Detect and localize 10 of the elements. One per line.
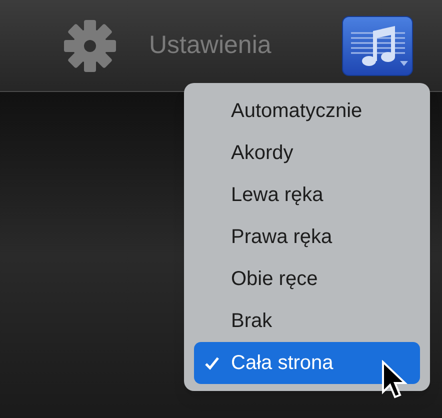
settings-icon[interactable] [62,18,118,74]
checkmark-icon [204,355,220,371]
menu-item[interactable]: Lewa ręka [194,174,420,216]
menu-item[interactable]: Automatycznie [194,90,420,132]
menu-item[interactable]: Akordy [194,132,420,174]
notation-button[interactable] [342,16,413,76]
menu-item[interactable]: Obie ręce [194,258,420,300]
menu-item[interactable]: Brak [194,300,420,342]
menu-item[interactable]: Cała strona [194,342,420,384]
menu-item[interactable]: Prawa ręka [194,216,420,258]
